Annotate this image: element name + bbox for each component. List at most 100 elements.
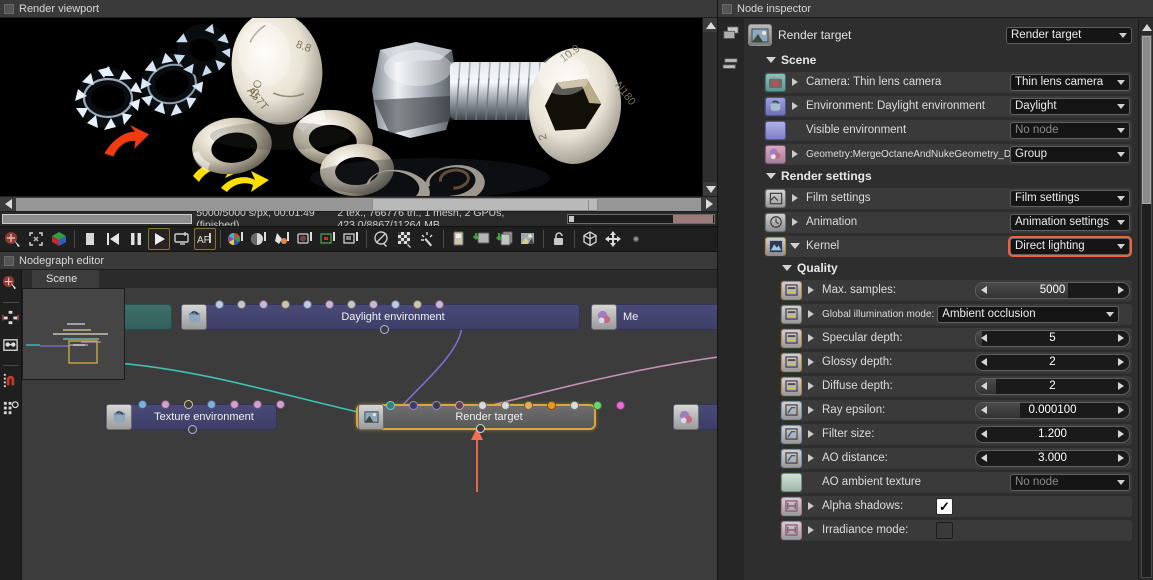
restart-icon[interactable]	[102, 228, 124, 250]
node-mesh-partial[interactable]: Me	[590, 304, 717, 330]
pin[interactable]	[207, 400, 216, 409]
expand-caret[interactable]	[788, 150, 802, 158]
expand-caret[interactable]	[804, 454, 818, 462]
object-picker-icon[interactable]	[317, 228, 339, 250]
panel-handle-icon[interactable]	[4, 3, 14, 14]
arrange-icon[interactable]	[2, 309, 19, 331]
slider-decrement[interactable]	[976, 358, 992, 366]
hscroll-track[interactable]	[16, 197, 701, 211]
slider-decrement[interactable]	[976, 286, 992, 294]
crop-region-icon[interactable]	[340, 228, 362, 250]
row-environment-combo[interactable]: Daylight	[1010, 97, 1130, 115]
pin[interactable]	[413, 300, 422, 309]
fullscreen-icon[interactable]	[25, 228, 47, 250]
row-specular-depth[interactable]: Specular depth: 5	[780, 327, 1132, 349]
pin-selected[interactable]	[184, 400, 193, 409]
row-geometry-combo[interactable]: Group	[1010, 145, 1130, 163]
pin[interactable]	[138, 400, 147, 409]
select-icon[interactable]	[2, 274, 19, 296]
row-ray-epsilon-slider[interactable]: 0.000100	[975, 401, 1130, 419]
panel-handle-icon[interactable]	[722, 3, 732, 14]
pin[interactable]	[230, 400, 239, 409]
collapse-caret[interactable]	[788, 243, 802, 249]
play-icon[interactable]	[148, 228, 170, 250]
pin[interactable]	[347, 300, 356, 309]
pin[interactable]	[161, 400, 170, 409]
layers-icon[interactable]	[722, 26, 740, 47]
cube-icon[interactable]	[579, 228, 601, 250]
row-animation[interactable]: Animation Animation settings	[764, 211, 1132, 233]
row-ao-distance-slider[interactable]: 3.000	[975, 449, 1130, 467]
scroll-down-button[interactable]	[703, 182, 717, 196]
stack-icon[interactable]	[722, 57, 740, 76]
inspector-header-combo[interactable]: Render target	[1006, 26, 1132, 44]
white-balance-icon[interactable]	[248, 228, 270, 250]
row-ray-epsilon[interactable]: Ray epsilon: 0.000100	[780, 399, 1132, 421]
row-filter-size-slider[interactable]: 1.200	[975, 425, 1130, 443]
focus-picker-icon[interactable]	[294, 228, 316, 250]
pin[interactable]	[435, 300, 444, 309]
move-icon[interactable]	[602, 228, 624, 250]
group-icon[interactable]	[2, 337, 19, 359]
pin-visible-environment[interactable]	[432, 401, 441, 410]
row-geometry[interactable]: Geometry:MergeOctaneAndNukeGeometry_DoNo…	[764, 143, 1132, 165]
copy-icon[interactable]	[448, 228, 470, 250]
pin[interactable]	[616, 401, 625, 410]
slider-increment[interactable]	[1113, 286, 1129, 294]
group-quality[interactable]: Quality	[744, 258, 1138, 278]
group-scene[interactable]: Scene	[744, 50, 1138, 70]
row-filter-size[interactable]: Filter size: 1.200	[780, 423, 1132, 445]
scroll-up-button[interactable]	[703, 18, 717, 32]
grid-icon[interactable]	[2, 400, 19, 422]
material-picker-icon[interactable]	[271, 228, 293, 250]
row-irradiance-mode[interactable]: Irradiance mode:	[780, 519, 1132, 541]
cleanup-icon[interactable]	[417, 228, 439, 250]
pin[interactable]	[391, 300, 400, 309]
render-target-icon[interactable]	[748, 24, 772, 46]
row-ao-ambient-texture[interactable]: AO ambient texture No node	[780, 471, 1132, 493]
expand-caret[interactable]	[788, 78, 802, 86]
pin[interactable]	[253, 400, 262, 409]
pin[interactable]	[369, 300, 378, 309]
node-output-pin[interactable]	[380, 325, 389, 334]
inspector-scroll-up-button[interactable]	[1139, 20, 1153, 34]
row-glossy-depth-slider[interactable]: 2	[975, 353, 1130, 371]
stop-icon[interactable]	[79, 228, 101, 250]
pin[interactable]	[303, 300, 312, 309]
node-texture-environment[interactable]: Texture environment	[105, 400, 285, 434]
screen-icon[interactable]	[171, 228, 193, 250]
row-environment[interactable]: Environment: Daylight environment Daylig…	[764, 95, 1132, 117]
pin[interactable]	[281, 300, 290, 309]
row-alpha-shadows-checkbox[interactable]: ✓	[936, 497, 953, 515]
pin[interactable]	[276, 400, 285, 409]
row-max-samples-slider[interactable]: 5000	[975, 281, 1130, 299]
node-output-pin[interactable]	[476, 424, 485, 433]
region-render-icon[interactable]	[2, 228, 24, 250]
pin[interactable]	[478, 401, 487, 410]
slider-increment[interactable]	[1113, 358, 1129, 366]
pin[interactable]	[501, 401, 510, 410]
viewport-vertical-scrollbar[interactable]	[702, 18, 717, 196]
expand-caret[interactable]	[804, 430, 818, 438]
slider-decrement[interactable]	[976, 430, 992, 438]
tab-scene[interactable]: Scene	[32, 270, 100, 288]
row-animation-combo[interactable]: Animation settings	[1010, 213, 1130, 231]
pin[interactable]	[215, 300, 224, 309]
inspector-scrollbar[interactable]	[1138, 18, 1153, 580]
render-viewport[interactable]: ISO 8.8 A57T 10.9 N180 2	[0, 18, 717, 196]
row-kernel-combo[interactable]: Direct lighting	[1010, 237, 1130, 255]
pin[interactable]	[570, 401, 579, 410]
image-settings-icon[interactable]	[517, 228, 539, 250]
row-diffuse-depth-slider[interactable]: 2	[975, 377, 1130, 395]
slider-increment[interactable]	[1113, 454, 1129, 462]
color-cube-icon[interactable]	[48, 228, 70, 250]
inspector-scroll-thumb[interactable]	[1142, 36, 1151, 204]
expand-caret[interactable]	[804, 310, 818, 318]
pin[interactable]	[237, 300, 246, 309]
pin[interactable]	[259, 300, 268, 309]
slider-increment[interactable]	[1113, 430, 1129, 438]
expand-caret[interactable]	[804, 526, 818, 534]
row-ao-ambient-texture-combo[interactable]: No node	[1010, 473, 1130, 491]
expand-caret[interactable]	[788, 218, 802, 226]
row-max-samples[interactable]: Max. samples: 5000	[780, 279, 1132, 301]
